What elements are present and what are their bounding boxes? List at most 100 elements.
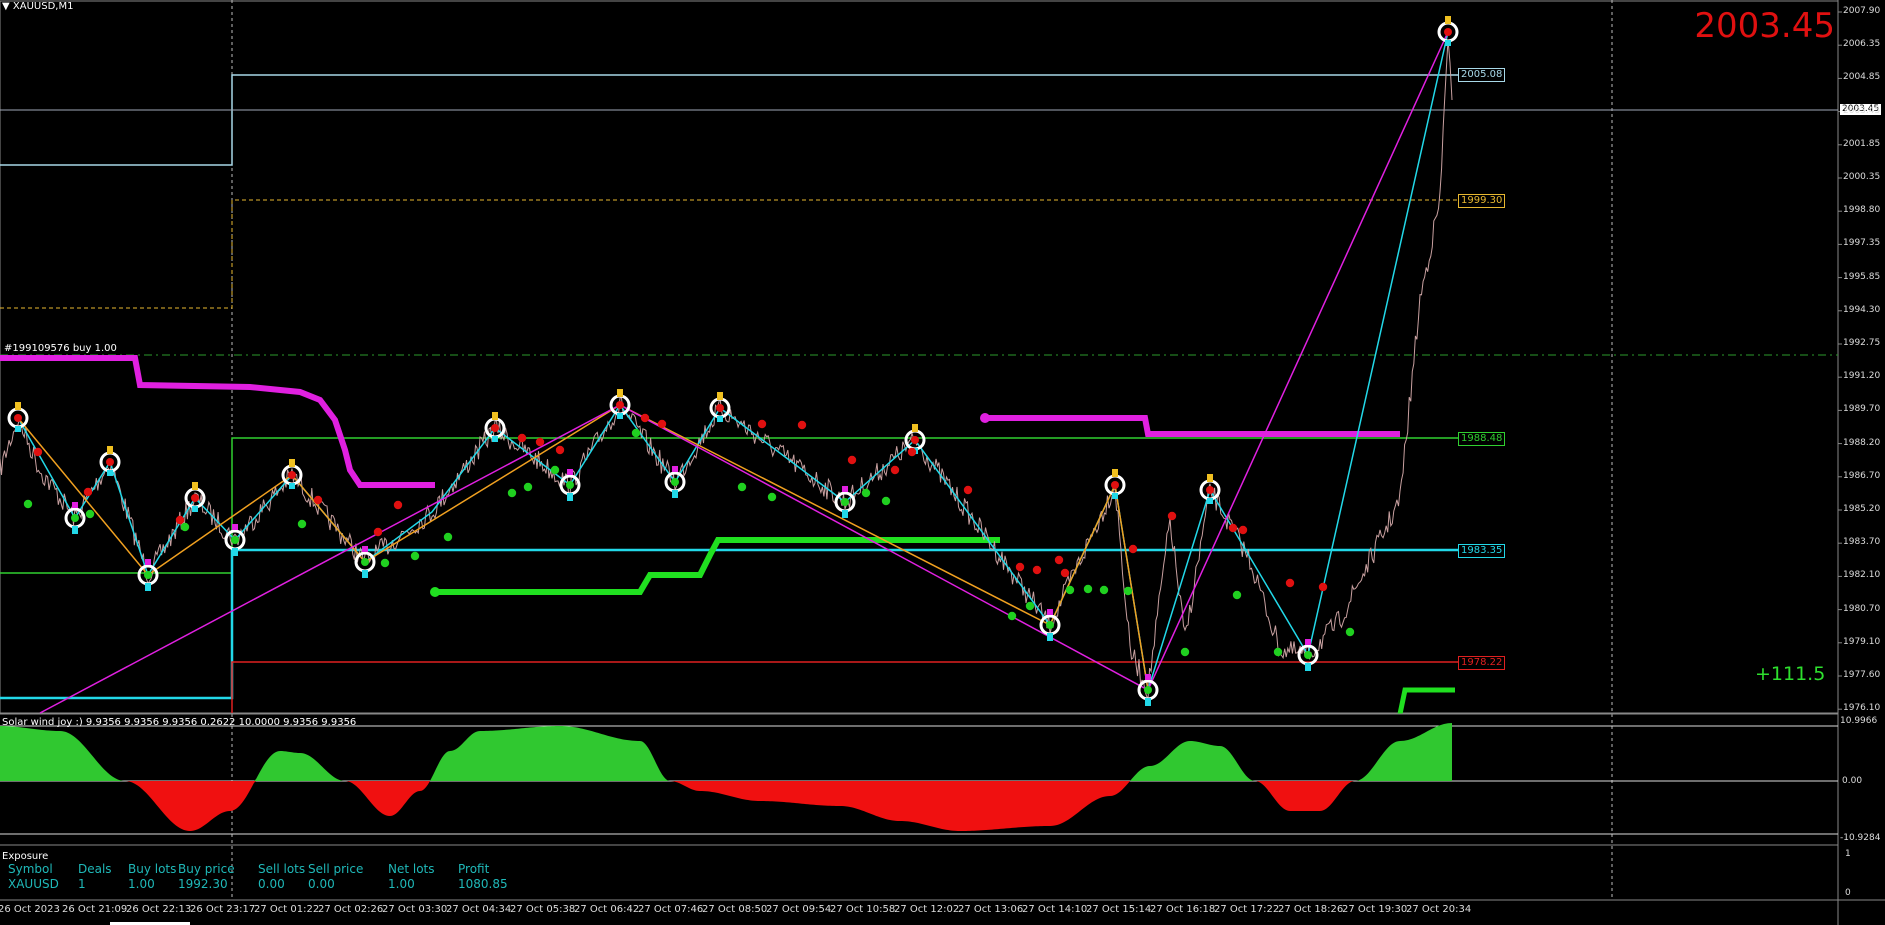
chart-header[interactable]: ▼ XAUUSD,M1: [2, 1, 73, 12]
time-axis-label: 27 Oct 12:02: [894, 904, 960, 915]
sell-signal-dot: [797, 420, 807, 430]
magenta-trail-line: [0, 355, 435, 488]
level-box-1988: 1988.48: [1458, 432, 1506, 446]
exposure-header-buy-price: Buy price: [178, 862, 235, 876]
sell-signal-dot: [1228, 523, 1238, 533]
price-axis-label: 1979.10: [1843, 636, 1881, 647]
sell-signal-dot: [175, 515, 185, 525]
sell-signal-dot: [847, 455, 857, 465]
buy-signal-dot: [1007, 611, 1017, 621]
buy-signal-dot: [380, 558, 390, 568]
price-axis-label: 1998.80: [1843, 205, 1881, 216]
oscillator-negative-area: [0, 781, 1452, 831]
exposure-header-net-lots: Net lots: [388, 862, 435, 876]
buy-signal-dot: [1083, 584, 1093, 594]
sell-signal-dot: [907, 447, 917, 457]
time-axis-label: 27 Oct 19:30: [1342, 904, 1408, 915]
exposure-buy-price: 1992.30: [178, 877, 228, 891]
buy-signal-dot: [85, 509, 95, 519]
time-axis-label: 27 Oct 10:58: [830, 904, 896, 915]
buy-signal-dot: [507, 488, 517, 498]
price-axis-label: 1997.35: [1843, 238, 1881, 249]
price-axis-label: 1985.20: [1843, 504, 1881, 514]
price-axis-label: 1976.10: [1843, 703, 1881, 714]
sell-signal-dot: [555, 445, 565, 455]
price-axis-label: 1994.30: [1843, 304, 1881, 315]
swing-low-marker: [1137, 674, 1159, 706]
profit-display: +111.5: [1755, 663, 1826, 685]
time-axis-label: 27 Oct 09:54: [766, 904, 832, 915]
price-axis-label: 1977.60: [1843, 670, 1881, 680]
level-box-1983: 1983.35: [1458, 544, 1506, 558]
zigzag-magenta: [39, 31, 1449, 714]
time-axis-label: 27 Oct 15:14: [1086, 904, 1152, 915]
sell-signal-dot: [313, 495, 323, 505]
buy-signal-dot: [1345, 627, 1355, 637]
sell-signal-dot: [83, 487, 93, 497]
time-axis-label: 27 Oct 08:50: [702, 904, 768, 915]
green-trail-start: [430, 587, 440, 597]
price-axis-label: 1983.70: [1843, 537, 1881, 548]
swing-low-marker: [1039, 609, 1061, 641]
main-chart-frame: [0, 0, 1839, 714]
exposure-title: Exposure: [2, 851, 49, 862]
price-axis-label: 1986.70: [1843, 470, 1881, 481]
zigzag-orange: [17, 404, 1149, 691]
level-line-1983: [0, 548, 1460, 700]
exposure-axis-bottom: 0: [1845, 888, 1851, 898]
time-axis-label: 26 Oct 21:09: [62, 904, 128, 915]
level-line-1999: [0, 199, 1460, 309]
time-axis-label: 27 Oct 17:22: [1214, 904, 1280, 915]
buy-signal-dot: [631, 428, 641, 438]
exposure-header-sell-price: Sell price: [308, 862, 364, 876]
time-axis-label: 27 Oct 16:18: [1150, 904, 1216, 915]
time-axis-label: 27 Oct 04:34: [446, 904, 512, 915]
sell-signal-dot: [1128, 544, 1138, 554]
swing-high-marker: [1437, 16, 1459, 46]
buy-signal-dot: [410, 551, 420, 561]
price-axis-label: 2004.85: [1843, 72, 1881, 83]
oscillator-positive-area: [0, 723, 1452, 781]
buy-signal-dot: [767, 492, 777, 502]
buy-signal-dot: [1123, 586, 1133, 596]
price-axis-label: 2006.35: [1843, 39, 1881, 50]
buy-signal-dot: [1025, 601, 1035, 611]
sell-signal-dot: [890, 465, 900, 475]
exposure-sell-price: 0.00: [308, 877, 335, 891]
green-trail-line-2: [1397, 687, 1455, 715]
level-line-2005: [0, 74, 1460, 166]
price-axis-label: 2000.35: [1843, 172, 1881, 182]
swing-high-marker: [7, 402, 29, 432]
level-box-1978: 1978.22: [1458, 656, 1506, 670]
sell-signal-dot: [1238, 525, 1248, 535]
price-series: [0, 39, 1453, 700]
sell-signal-dot: [535, 437, 545, 447]
buy-signal-dot: [737, 482, 747, 492]
buy-signal-dot: [523, 482, 533, 492]
sell-signal-dot: [657, 419, 667, 429]
time-axis-label: 27 Oct 06:42: [574, 904, 640, 915]
price-chart[interactable]: [0, 0, 1885, 925]
time-axis-label: 27 Oct 01:22: [254, 904, 320, 915]
exposure-header-profit: Profit: [458, 862, 490, 876]
indicator-axis-bottom: -10.9284: [1840, 833, 1881, 843]
time-axis-label: 27 Oct 05:38: [510, 904, 576, 915]
time-axis-label: 27 Oct 20:34: [1406, 904, 1472, 915]
price-axis-label: 2003.45: [1843, 105, 1881, 116]
exposure-header-buy-lots: Buy lots: [128, 862, 177, 876]
current-price-display: 2003.45: [1694, 6, 1835, 46]
swing-markers: [7, 16, 1459, 706]
buy-signal-dot: [1065, 585, 1075, 595]
swing-high-marker: [1104, 469, 1126, 499]
price-axis-label: 2001.85: [1843, 138, 1881, 149]
green-trail-line: [435, 537, 1000, 595]
magenta-trail-line-2: [985, 415, 1400, 437]
exposure-profit: 1080.85: [458, 877, 508, 891]
exposure-net-lots: 1.00: [388, 877, 415, 891]
symbol-timeframe: XAUUSD,M1: [12, 1, 74, 12]
time-axis-label: 27 Oct 14:10: [1022, 904, 1088, 915]
indicator-axis-mid: 0.00: [1842, 776, 1863, 786]
sell-signal-dot: [393, 500, 403, 510]
magenta-trail-start: [980, 413, 990, 423]
dropdown-triangle-icon[interactable]: ▼: [2, 1, 10, 12]
